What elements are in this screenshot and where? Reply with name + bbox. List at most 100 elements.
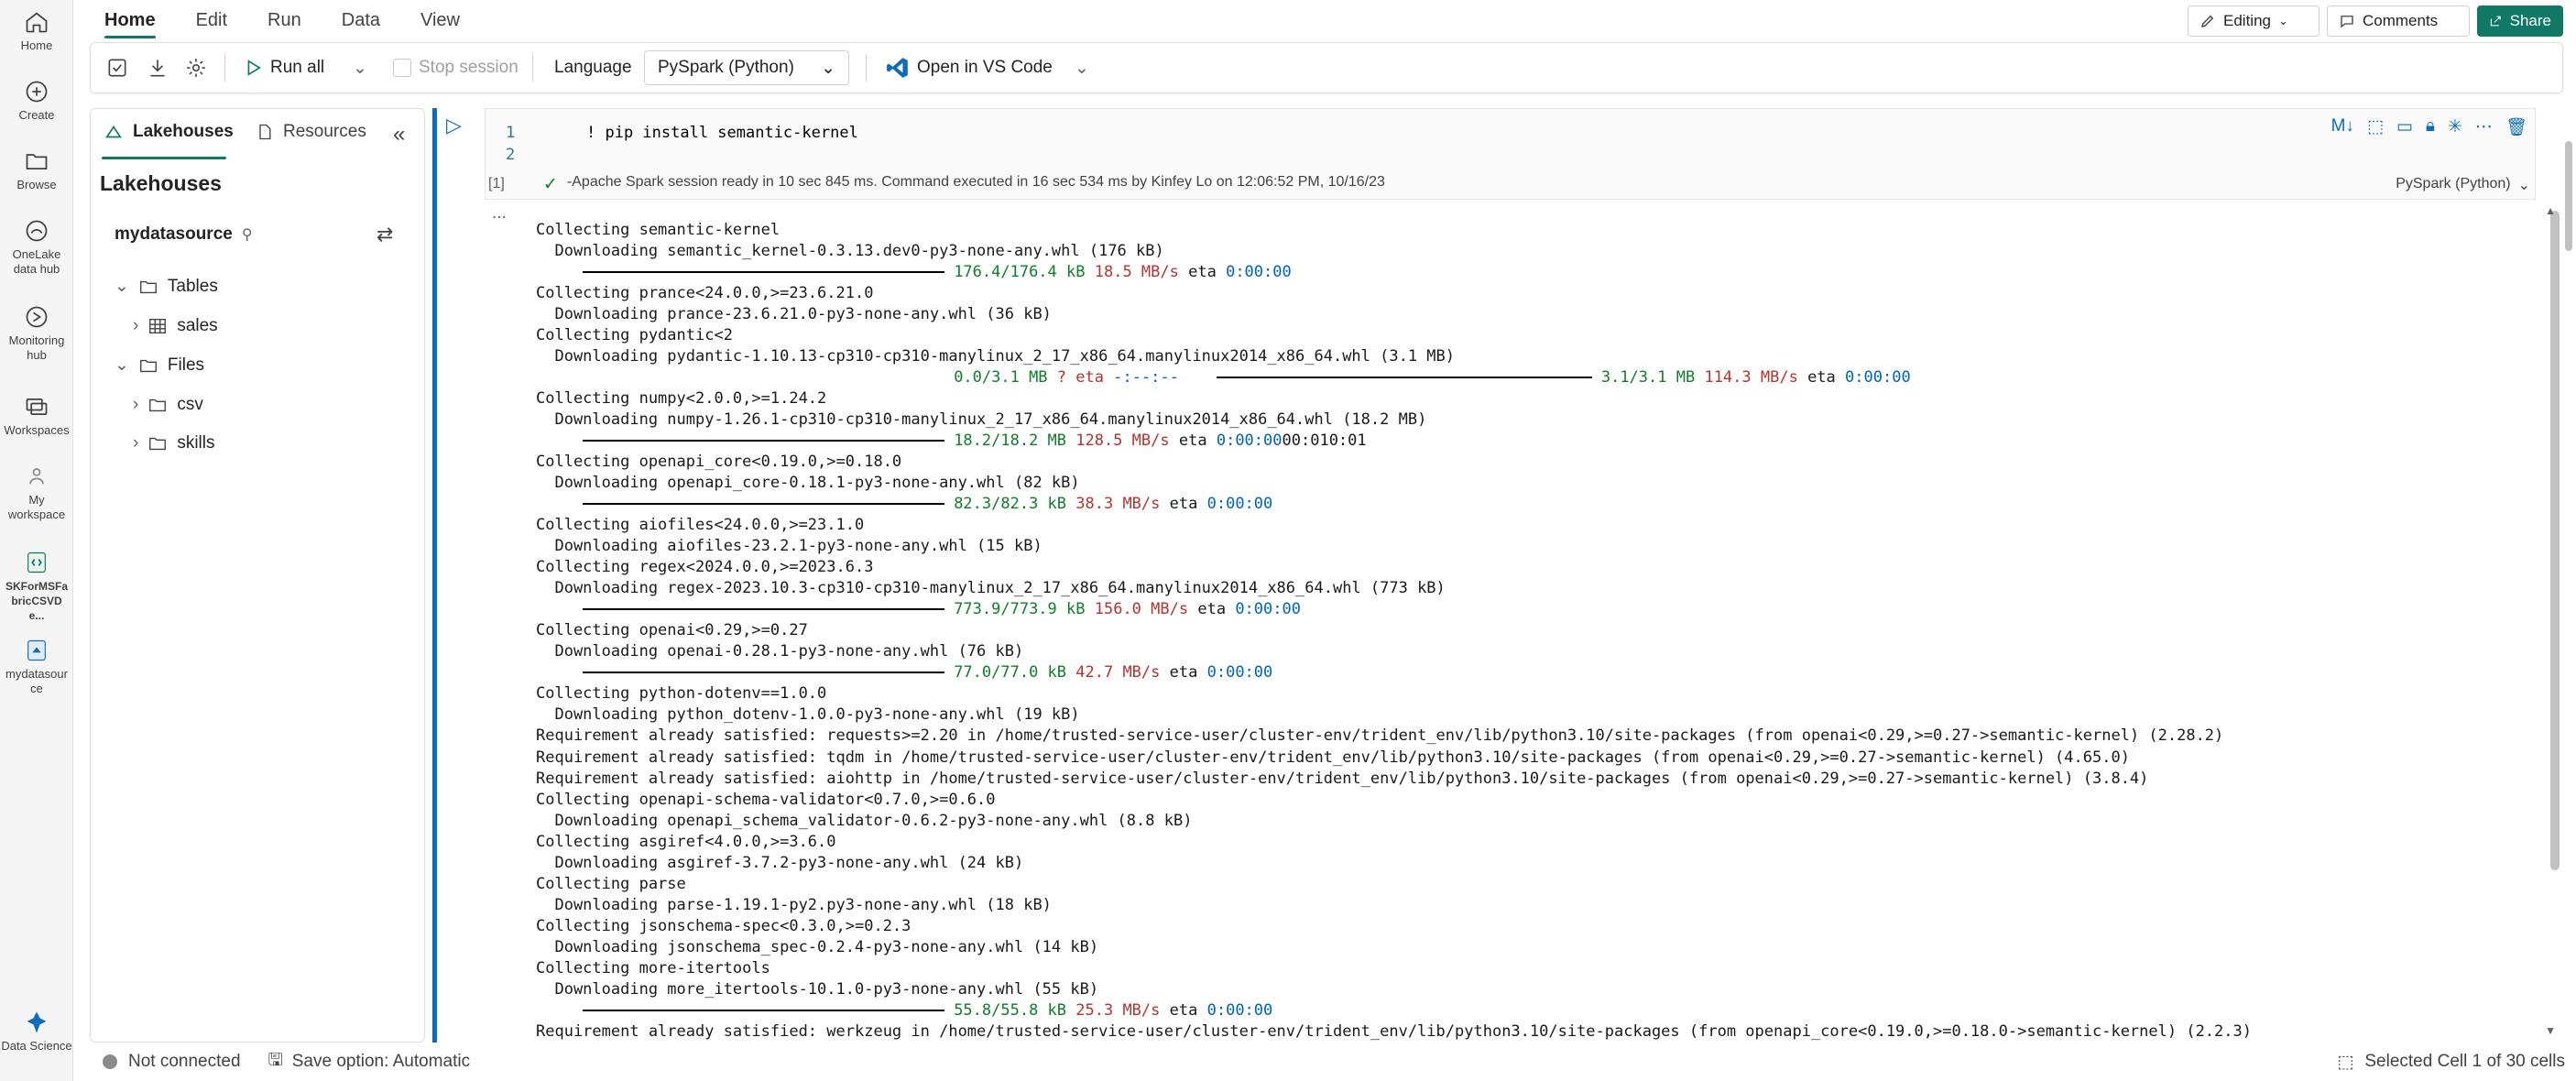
delete-icon[interactable]: 🗑︎: [2505, 116, 2527, 138]
stop-session-button[interactable]: Stop session: [393, 43, 518, 93]
rail-my-workspace[interactable]: My workspace: [0, 464, 73, 522]
output-line: 18.2/18.2 MB 128.5 MB/s eta 0:00:0000:01…: [536, 431, 1367, 452]
comments-button[interactable]: Comments: [2327, 5, 2470, 37]
rail-home[interactable]: Home: [0, 9, 73, 53]
progress-size: 773.9/773.9 kB: [954, 600, 1086, 619]
output-line: Collecting semantic-kernel: [536, 221, 780, 239]
page-scrollbar[interactable]: [2565, 141, 2572, 251]
tab-resources[interactable]: Resources: [256, 122, 366, 142]
tab-lakehouses[interactable]: Lakehouses: [104, 122, 234, 142]
tree-files[interactable]: ⌄ Files: [115, 355, 204, 376]
menu-edit[interactable]: Edit: [176, 0, 247, 40]
output-line: Downloading aiofiles-23.2.1-py3-none-any…: [536, 537, 1042, 556]
progress-speed: 18.5 MB/s: [1094, 263, 1179, 282]
progress-eta: ? eta: [1056, 368, 1104, 388]
output-line: Collecting openapi_core<0.19.0,>=0.18.0: [536, 453, 902, 472]
language-select[interactable]: PySpark (Python) ⌄: [644, 50, 849, 85]
output-line: Downloading parse-1.19.1-py2.py3-none-an…: [536, 895, 1052, 914]
run-all-button[interactable]: Run all: [243, 43, 324, 93]
lakehouse-item[interactable]: mydatasource ⚲: [115, 224, 253, 245]
menu-data[interactable]: Data: [322, 0, 400, 40]
pin-icon[interactable]: ⚲: [242, 225, 253, 244]
tree-csv[interactable]: › csv: [133, 395, 203, 415]
vscode-dropdown[interactable]: ⌄: [1075, 43, 1089, 93]
account-icon[interactable]: [2569, 5, 2576, 37]
explorer-pane: Lakehouses Resources « Lakehouses mydata…: [90, 108, 425, 1043]
rail-notebook[interactable]: SKForMSFabricCSVDe...: [0, 550, 73, 623]
menu-view[interactable]: View: [400, 0, 480, 40]
execution-count: [1]: [488, 176, 505, 191]
disconnected-dot-icon: [103, 1054, 117, 1069]
notebook-save-icon[interactable]: [105, 43, 129, 93]
progress-bar: [583, 608, 945, 611]
output-line: Requirement already satisfied: werkzeug …: [536, 1021, 2252, 1041]
scroll-down-icon[interactable]: ▼: [2545, 1024, 2556, 1037]
rail-lakehouse[interactable]: mydatasource: [0, 638, 73, 696]
progress-time: 0:00:00: [1235, 600, 1301, 619]
freeze-icon[interactable]: ✳: [2448, 116, 2462, 138]
collapse-pane-icon[interactable]: «: [393, 122, 405, 147]
plus-circle-icon: [26, 81, 48, 103]
table-icon: [149, 318, 167, 334]
rail-data-science[interactable]: Data Science: [0, 1010, 73, 1054]
download-icon[interactable]: [146, 43, 169, 93]
people-icon: [29, 467, 44, 485]
play-icon: [247, 60, 261, 76]
menu-run[interactable]: Run: [247, 0, 322, 40]
lakehouse-icon: [27, 639, 46, 661]
rail-lakehouse-label: mydatasource: [5, 667, 68, 695]
menu-home[interactable]: Home: [84, 0, 176, 40]
rail-data-science-label: Data Science: [1, 1039, 72, 1053]
editing-button[interactable]: Editing ⌄: [2188, 5, 2319, 37]
progress-bar: [583, 672, 945, 674]
progress-size: 77.0/77.0 kB: [954, 663, 1067, 682]
rail-onelake[interactable]: OneLake data hub: [0, 218, 73, 277]
rail-workspaces-label: Workspaces: [4, 423, 70, 437]
progress-size: 3.1/3.1 MB: [1600, 368, 1696, 388]
output-line: Downloading prance-23.6.21.0-py3-none-an…: [536, 305, 1052, 324]
output-scrollbar[interactable]: [2550, 211, 2560, 870]
lock-icon[interactable]: 🔒︎: [2426, 116, 2435, 138]
output-line: Collecting pydantic<2: [536, 326, 733, 345]
settings-gear-icon[interactable]: [184, 43, 208, 93]
output-line: Downloading regex-2023.10.3-cp310-cp310-…: [536, 579, 1446, 598]
more-icon[interactable]: ⋯: [2475, 116, 2493, 138]
rail-monitoring[interactable]: Monitoring hub: [0, 304, 73, 363]
output-line: Downloading pydantic-1.10.13-cp310-cp310…: [536, 347, 1456, 366]
status-bar: Not connected 🖫︎ Save option: Automatic …: [90, 1045, 2569, 1078]
progress-size: 18.2/18.2 MB: [954, 431, 1067, 451]
run-all-dropdown[interactable]: ⌄: [353, 43, 367, 93]
sales-label: sales: [177, 316, 218, 335]
run-cell-icon[interactable]: ▷: [446, 114, 462, 137]
progress-eta-label: eta: [1178, 431, 1207, 451]
files-label: Files: [167, 355, 205, 375]
vscode-icon: [887, 58, 908, 78]
folder-icon: [149, 437, 167, 451]
onelake-icon: [26, 220, 48, 242]
open-vscode-button[interactable]: Open in VS Code: [886, 43, 1053, 93]
comment-icon[interactable]: ▭: [2396, 116, 2413, 138]
share-button[interactable]: Share: [2477, 5, 2563, 37]
switch-lakehouse-icon[interactable]: ⇄: [377, 223, 393, 246]
folder-icon: [139, 280, 157, 293]
save-option[interactable]: Save option: Automatic: [292, 1052, 470, 1072]
output-line: Collecting openapi-schema-validator<0.7.…: [536, 790, 996, 809]
rail-create[interactable]: Create: [0, 79, 73, 123]
tab-lakehouses-label: Lakehouses: [133, 122, 234, 141]
cell-language[interactable]: PySpark (Python) ⌄: [2396, 176, 2530, 194]
monitor-icon: [26, 306, 48, 328]
rail-browse[interactable]: Browse: [0, 148, 73, 192]
select-icon[interactable]: ⬚: [2367, 116, 2384, 138]
tree-sales[interactable]: › sales: [133, 316, 218, 336]
scroll-up-icon[interactable]: ▲: [2545, 204, 2556, 217]
home-icon: [26, 12, 48, 33]
output-line: 0.0/3.1 MB ? eta -:--:-- 3.1/3.1 MB 114.…: [536, 367, 1911, 388]
workspaces-icon: [26, 398, 48, 416]
markdown-icon[interactable]: M↓: [2331, 116, 2354, 138]
folder-icon: [149, 399, 167, 412]
rail-workspaces[interactable]: Workspaces: [0, 394, 73, 438]
tree-skills[interactable]: › skills: [133, 433, 215, 453]
file-icon: [259, 124, 271, 140]
chevron-down-icon: ⌄: [2517, 178, 2530, 193]
tree-tables[interactable]: ⌄ Tables: [115, 276, 218, 297]
